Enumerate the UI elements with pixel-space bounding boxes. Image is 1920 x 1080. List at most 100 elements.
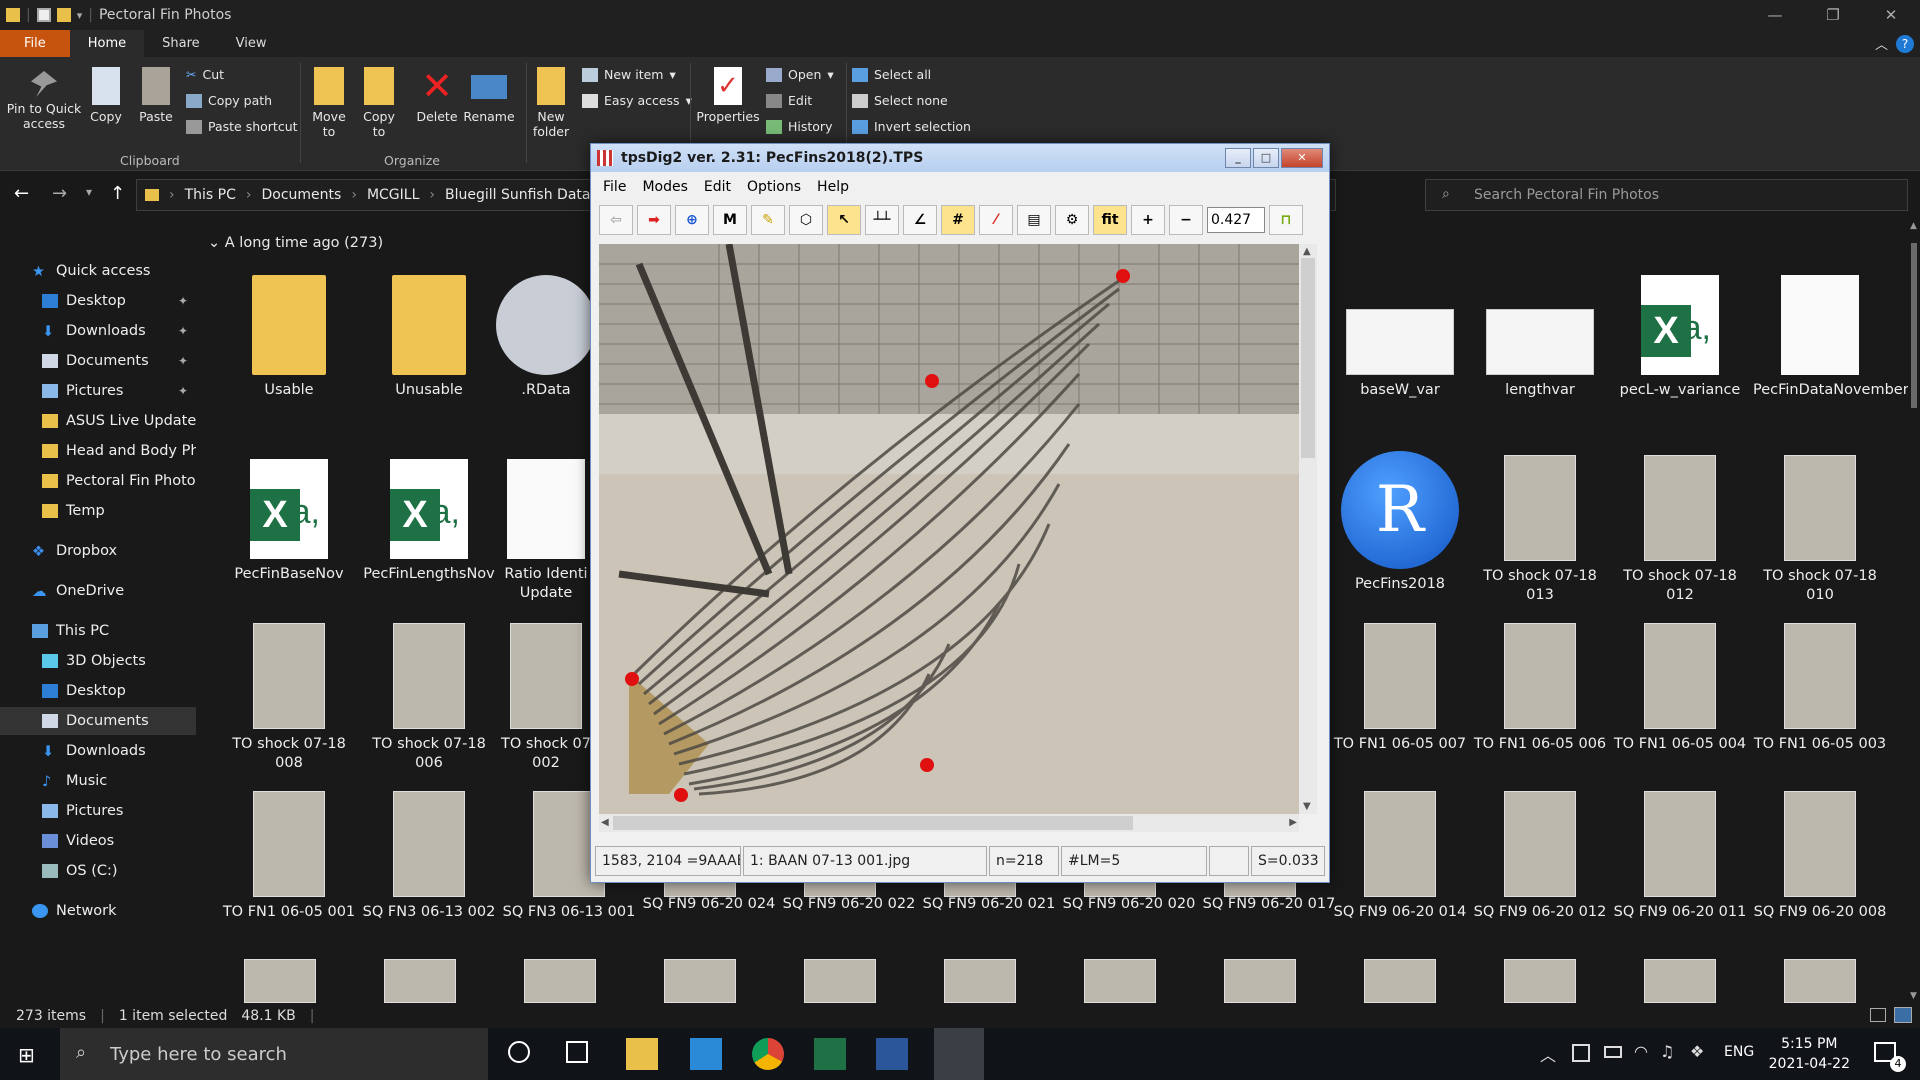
nav-item-downloads[interactable]: ⬇ Downloads ✦ <box>0 317 196 345</box>
file-item[interactable]: R PecFins2018 <box>1333 451 1467 594</box>
nav-this-pc[interactable]: This PC <box>0 617 196 645</box>
copy-button[interactable]: Copy <box>86 67 126 124</box>
pin-quick-access-button[interactable]: Pin to Quick access <box>6 71 82 131</box>
tpsdig-horizontal-scrollbar[interactable]: ◀ ▶ <box>599 814 1299 832</box>
tpsdig-minimize-button[interactable]: _ <box>1225 148 1251 168</box>
breadcrumb-mcgill[interactable]: MCGILL <box>367 187 419 203</box>
tab-home[interactable]: Home <box>69 30 145 57</box>
properties-button[interactable]: ✓ Properties <box>696 67 760 124</box>
file-item[interactable]: TO shock 07-18 006 <box>362 623 496 773</box>
photo-thumbnail[interactable] <box>1364 959 1436 1003</box>
menu-help[interactable]: Help <box>817 179 849 195</box>
measure-mode-button[interactable]: M <box>713 205 747 235</box>
recent-locations-icon[interactable]: ▾ <box>86 185 92 199</box>
cut-button[interactable]: ✂ Cut <box>186 67 224 82</box>
nav-item-desktop[interactable]: Desktop ✦ <box>0 287 196 315</box>
details-view-icon[interactable] <box>1870 1008 1886 1022</box>
file-item[interactable]: SQ FN9 06-20 020 <box>1062 895 1196 914</box>
show-hidden-icons-icon[interactable]: ︿ <box>1540 1042 1556 1066</box>
file-item[interactable]: TO shock 07-18 012 <box>1613 455 1747 605</box>
volume-icon[interactable]: ♫ <box>1660 1042 1674 1061</box>
breadcrumb-documents[interactable]: Documents <box>262 187 342 203</box>
nav-item-temp[interactable]: Temp <box>0 497 196 525</box>
tpsdig-vertical-scrollbar[interactable]: ▲ ▼ <box>1299 244 1317 814</box>
file-item[interactable]: TO FN1 06-05 001 <box>222 791 356 922</box>
up-arrow-icon[interactable]: ↑ <box>110 183 125 204</box>
select-all-button[interactable]: Select all <box>852 67 931 82</box>
easy-access-button[interactable]: Easy access ▾ <box>582 93 692 108</box>
vertical-scrollbar[interactable]: ▲ ▼ <box>1908 219 1920 1003</box>
file-item[interactable]: SQ FN9 06-20 024 <box>642 895 776 914</box>
invert-selection-button[interactable]: Invert selection <box>852 119 971 134</box>
nav-item-pc-desktop[interactable]: Desktop <box>0 677 196 705</box>
nav-item-documents[interactable]: Documents ✦ <box>0 347 196 375</box>
ruler-icon[interactable]: ┴┴ <box>865 205 899 235</box>
menu-modes[interactable]: Modes <box>642 179 687 195</box>
nav-network[interactable]: Network <box>0 897 196 925</box>
close-button[interactable]: ✕ <box>1862 0 1920 30</box>
file-item[interactable]: SQ FN9 06-20 022 <box>782 895 916 914</box>
calibrate-icon[interactable]: ⊓ <box>1269 205 1303 235</box>
scroll-up-icon[interactable]: ▲ <box>1303 246 1311 257</box>
photo-thumbnail[interactable] <box>1644 959 1716 1003</box>
history-button[interactable]: History <box>766 119 832 134</box>
cortana-icon[interactable] <box>508 1041 530 1063</box>
group-header[interactable]: ⌄ A long time ago (273) <box>208 235 383 251</box>
prev-image-icon[interactable]: ⇦ <box>599 205 633 235</box>
tpsdig-taskbar-icon[interactable] <box>934 1028 984 1080</box>
tab-file[interactable]: File <box>0 30 70 57</box>
rename-button[interactable]: Rename <box>463 67 515 124</box>
nav-quick-access[interactable]: ★ Quick access <box>0 257 196 285</box>
file-item[interactable]: Xa, PecFinLengthsNov <box>362 459 496 584</box>
move-to-button[interactable]: Move to <box>308 67 350 139</box>
file-item[interactable]: TO FN1 06-05 006 <box>1473 623 1607 754</box>
file-item[interactable]: SQ FN9 06-20 011 <box>1613 791 1747 922</box>
nav-item-os-c[interactable]: OS (C:) <box>0 857 196 885</box>
edit-button[interactable]: Edit <box>766 93 812 108</box>
chrome-taskbar-icon[interactable] <box>752 1038 784 1070</box>
nav-item-head-body[interactable]: Head and Body Pho <box>0 437 196 465</box>
excel-taskbar-icon[interactable] <box>814 1038 846 1070</box>
image-canvas[interactable] <box>599 244 1299 814</box>
photo-thumbnail[interactable] <box>244 959 316 1003</box>
properties-check-icon[interactable] <box>36 8 51 22</box>
file-item[interactable]: SQ FN9 06-20 021 <box>922 895 1056 914</box>
photo-thumbnail[interactable] <box>664 959 736 1003</box>
scrollbar-thumb[interactable] <box>1301 258 1315 458</box>
defender-icon[interactable] <box>1572 1044 1590 1062</box>
scroll-left-icon[interactable]: ◀ <box>601 817 609 828</box>
new-folder-icon[interactable] <box>56 8 71 22</box>
zoom-in-button[interactable]: + <box>1131 205 1165 235</box>
photo-thumbnail[interactable] <box>1084 959 1156 1003</box>
select-none-button[interactable]: Select none <box>852 93 948 108</box>
tab-share[interactable]: Share <box>144 30 218 57</box>
file-item[interactable]: lengthvar <box>1473 275 1607 400</box>
nav-item-3d-objects[interactable]: 3D Objects <box>0 647 196 675</box>
file-item[interactable]: SQ FN9 06-20 017 <box>1202 895 1336 914</box>
search-input[interactable]: ⌕ Search Pectoral Fin Photos <box>1425 179 1908 211</box>
select-pointer-icon[interactable]: ↖ <box>827 205 861 235</box>
nav-onedrive[interactable]: ☁ OneDrive <box>0 577 196 605</box>
nav-dropbox[interactable]: ❖ Dropbox <box>0 537 196 565</box>
new-folder-button[interactable]: New folder <box>530 67 572 139</box>
delete-button[interactable]: ✕ Delete <box>414 67 460 124</box>
landmark-point[interactable] <box>925 374 939 388</box>
open-button[interactable]: Open ▾ <box>766 67 834 82</box>
file-item[interactable]: PecFinDataNovember <box>1753 275 1908 400</box>
dropbox-tray-icon[interactable]: ❖ <box>1690 1042 1704 1061</box>
pencil-icon[interactable]: ✎ <box>751 205 785 235</box>
photo-thumbnail[interactable] <box>944 959 1016 1003</box>
tpsdig-maximize-button[interactable]: □ <box>1253 148 1279 168</box>
scroll-up-icon[interactable]: ▲ <box>1910 221 1917 231</box>
breadcrumb-bluegill[interactable]: Bluegill Sunfish Data <box>445 187 590 203</box>
file-item[interactable]: SQ FN9 06-20 014 <box>1333 791 1467 922</box>
next-image-icon[interactable]: ➡ <box>637 205 671 235</box>
file-item[interactable]: TO FN1 06-05 007 <box>1333 623 1467 754</box>
file-item[interactable]: TO FN1 06-05 004 <box>1613 623 1747 754</box>
task-view-icon[interactable] <box>566 1041 588 1063</box>
landmark-point[interactable] <box>920 758 934 772</box>
outline-icon[interactable]: ⬡ <box>789 205 823 235</box>
wifi-icon[interactable]: ◠ <box>1634 1042 1648 1061</box>
landmark-point[interactable] <box>1116 269 1130 283</box>
maximize-button[interactable]: ❐ <box>1804 0 1862 30</box>
